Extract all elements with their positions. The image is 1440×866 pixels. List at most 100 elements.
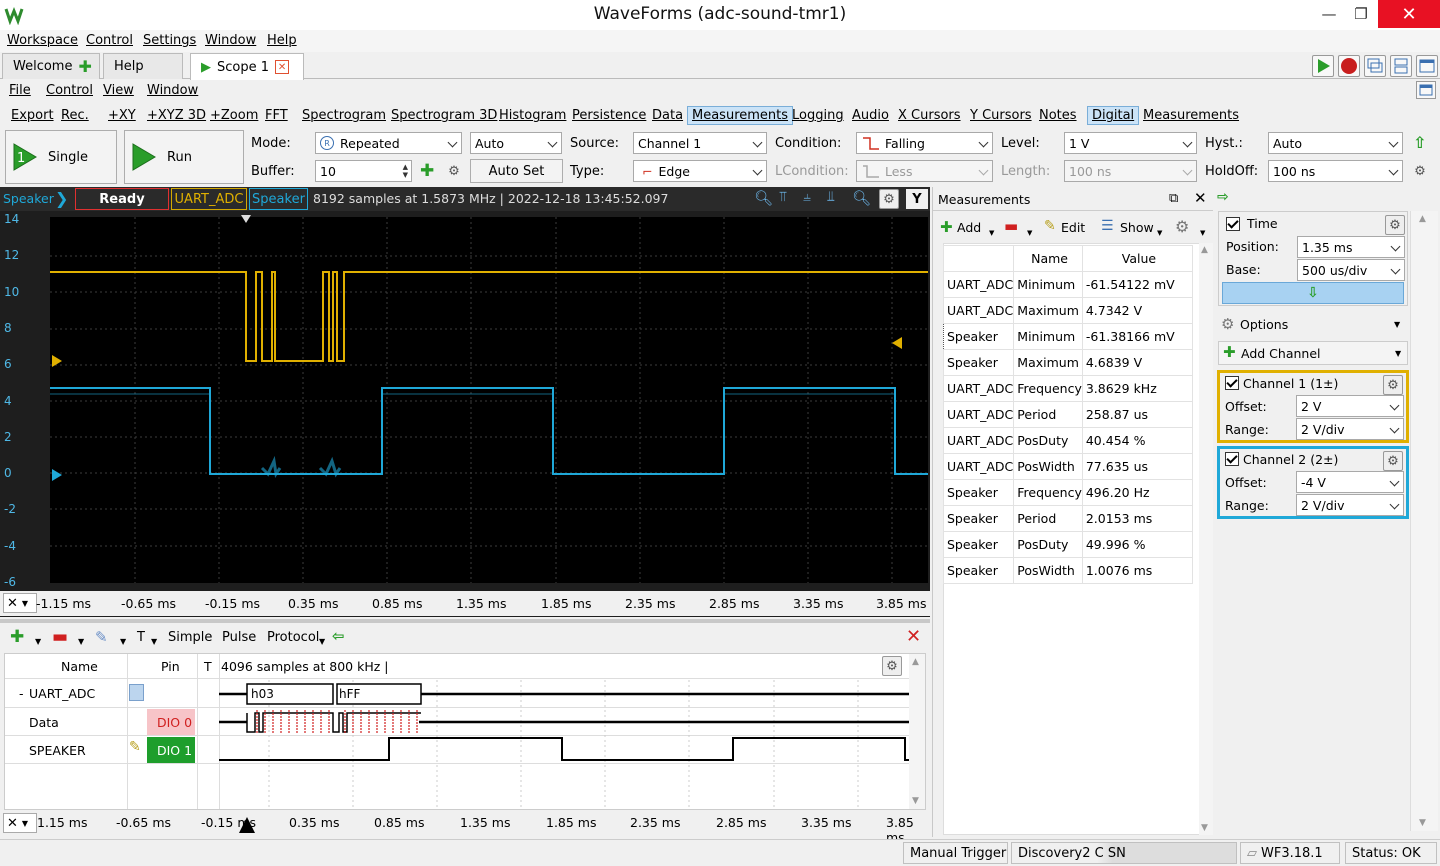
- histogram-view[interactable]: Histogram: [495, 107, 570, 124]
- scope-settings-gear-icon[interactable]: ⚙: [879, 189, 899, 209]
- spectrogram3d-view[interactable]: Spectrogram 3D: [387, 107, 501, 124]
- menu-workspace[interactable]: Workspace: [7, 33, 78, 48]
- channel2-checkbox[interactable]: [1225, 452, 1239, 466]
- buffer-spinbox[interactable]: 10 ▲ ▼: [315, 160, 412, 182]
- close-panel-icon[interactable]: ✕: [1194, 189, 1207, 207]
- holdoff-select[interactable]: 100 ns: [1268, 160, 1403, 182]
- fft-view[interactable]: FFT: [261, 107, 292, 124]
- logging-view[interactable]: Logging: [788, 107, 848, 124]
- chevron-down-icon[interactable]: ▼: [1200, 229, 1205, 237]
- tab-welcome[interactable]: Welcome ✚: [2, 53, 100, 79]
- edit-icon[interactable]: ✎: [1044, 218, 1056, 234]
- measurement-row[interactable]: UART_ADC Minimum -61.54122 mV: [942, 271, 1194, 298]
- spin-arrows-icon[interactable]: ▲ ▼: [403, 163, 408, 179]
- device-name[interactable]: Discovery2 C SN: [1011, 842, 1237, 864]
- restore-panel-button[interactable]: [1416, 81, 1436, 99]
- protocol-trigger-button[interactable]: Protocol: [267, 630, 319, 645]
- measurement-row[interactable]: Speaker Frequency 496.20 Hz: [942, 479, 1194, 506]
- measurement-row[interactable]: UART_ADC PosDuty 40.454 %: [942, 427, 1194, 454]
- chevron-down-icon[interactable]: ▼: [1157, 229, 1162, 237]
- remove-signal-icon[interactable]: ▬: [52, 627, 68, 647]
- xyz3d-view[interactable]: +XYZ 3D: [143, 107, 210, 124]
- lcondition-select[interactable]: Less: [856, 160, 993, 182]
- measurements-view-2[interactable]: Measurements: [1139, 107, 1243, 124]
- close-tab-icon[interactable]: ✕: [275, 60, 290, 74]
- x-axis-menu-button[interactable]: ✕ ▼: [3, 593, 37, 613]
- add-icon[interactable]: ✚: [940, 218, 953, 236]
- audio-view[interactable]: Audio: [848, 107, 893, 124]
- level-select[interactable]: 1 V: [1064, 132, 1197, 154]
- measurements-view[interactable]: Measurements: [687, 106, 794, 125]
- add-buffer-icon[interactable]: ✚: [420, 161, 434, 181]
- time-checkbox[interactable]: [1226, 217, 1240, 231]
- persistence-view[interactable]: Persistence: [568, 107, 650, 124]
- measurement-row[interactable]: Speaker PosWidth 1.0076 ms: [942, 557, 1194, 584]
- chevron-down-icon[interactable]: ▼: [151, 637, 157, 646]
- digital-view[interactable]: Digital: [1087, 106, 1140, 125]
- measurements-scrollbar[interactable]: ▲ ▼: [1199, 243, 1213, 835]
- arrow-right-icon[interactable]: ⇨: [1217, 189, 1229, 205]
- auto-set-button[interactable]: Auto Set: [470, 159, 563, 183]
- add-channel-button[interactable]: ✚ Add Channel ▼: [1218, 341, 1408, 365]
- add-signal-icon[interactable]: ✚: [10, 627, 24, 647]
- arrow-left-icon[interactable]: ⇦: [332, 627, 345, 645]
- remove-icon[interactable]: ▬: [1004, 217, 1018, 235]
- selected-channel-label[interactable]: Speaker: [3, 191, 54, 206]
- chevron-down-icon[interactable]: ▼: [1394, 320, 1400, 329]
- scope-menu-window[interactable]: Window: [147, 83, 198, 98]
- channel1-tag[interactable]: UART_ADC: [171, 188, 247, 210]
- channel2-gear-icon[interactable]: ⚙: [1383, 451, 1403, 471]
- show-measurement-button[interactable]: Show: [1120, 220, 1154, 235]
- align-top-icon[interactable]: ⫪: [779, 189, 787, 205]
- add-measurement-button[interactable]: Add: [957, 220, 981, 235]
- chevron-down-icon[interactable]: ▼: [1027, 229, 1032, 237]
- tab-scope[interactable]: ▶ Scope 1 ✕: [190, 53, 304, 80]
- edit-bus-icon[interactable]: [129, 684, 144, 701]
- settings-scrollbar[interactable]: ▲ ▼: [1410, 211, 1438, 831]
- menu-settings[interactable]: Settings: [143, 33, 196, 48]
- measurement-row[interactable]: Speaker Period 2.0153 ms: [942, 505, 1194, 532]
- options-gear-icon[interactable]: ⚙: [1221, 315, 1234, 333]
- stop-all-button[interactable]: [1338, 55, 1360, 77]
- position-select[interactable]: 1.35 ms: [1297, 236, 1405, 258]
- auto-mode-select[interactable]: Auto: [470, 132, 562, 154]
- options-label[interactable]: Options: [1240, 317, 1288, 332]
- chevron-down-icon[interactable]: ▼: [319, 637, 325, 646]
- trigger-settings-gear-icon[interactable]: ⚙: [1410, 161, 1430, 181]
- manual-trigger-button[interactable]: Manual Trigger: [903, 842, 1008, 864]
- scope-menu-control[interactable]: Control: [46, 83, 93, 98]
- align-middle-icon[interactable]: ⫨: [803, 189, 811, 205]
- condition-select[interactable]: Falling: [856, 132, 993, 154]
- chevron-down-icon[interactable]: ▼: [35, 637, 41, 646]
- y-cursors-view[interactable]: Y Cursors: [966, 107, 1036, 124]
- tab-help[interactable]: Help: [103, 53, 183, 79]
- menu-control[interactable]: Control: [86, 33, 133, 48]
- edit-signal-icon[interactable]: ✎: [129, 739, 141, 755]
- channel1-range-select[interactable]: 2 V/div: [1296, 418, 1404, 440]
- zoom-in-icon[interactable]: 🔍︎: [754, 189, 773, 207]
- measurement-row[interactable]: Speaker PosDuty 49.996 %: [942, 531, 1194, 558]
- chevron-down-icon[interactable]: ▼: [989, 229, 994, 237]
- measurement-row[interactable]: UART_ADC Frequency 3.8629 kHz: [942, 375, 1194, 402]
- chevron-right-icon[interactable]: ❯: [55, 189, 68, 208]
- logic-settings-gear-icon[interactable]: ⚙: [882, 656, 902, 676]
- scope-menu-file[interactable]: File: [9, 83, 31, 98]
- channel2-tag[interactable]: Speaker: [249, 188, 308, 210]
- close-logic-icon[interactable]: ✕: [906, 626, 921, 647]
- menu-help[interactable]: Help: [267, 33, 297, 48]
- zoom-view[interactable]: +Zoom: [206, 107, 262, 124]
- buffer-settings-gear-icon[interactable]: ⚙: [444, 161, 464, 181]
- measurement-row[interactable]: UART_ADC PosWidth 77.635 us: [942, 453, 1194, 480]
- type-select[interactable]: ⌐ Edge: [633, 160, 767, 182]
- trigger-t-button[interactable]: T: [137, 630, 145, 645]
- logic-scrollbar[interactable]: ▲ ▼: [909, 654, 925, 809]
- arrow-up-icon[interactable]: ⇧: [1413, 133, 1426, 152]
- source-select[interactable]: Channel 1: [633, 132, 767, 154]
- measurement-row[interactable]: UART_ADC Maximum 4.7342 V: [942, 297, 1194, 324]
- tile-button[interactable]: [1390, 55, 1412, 77]
- measurement-row[interactable]: UART_ADC Period 258.87 us: [942, 401, 1194, 428]
- channel1-gear-icon[interactable]: ⚙: [1383, 375, 1403, 395]
- float-panel-icon[interactable]: ⧉: [1169, 191, 1178, 206]
- run-all-button[interactable]: [1312, 55, 1334, 77]
- trigger-marker-icon[interactable]: [238, 817, 256, 833]
